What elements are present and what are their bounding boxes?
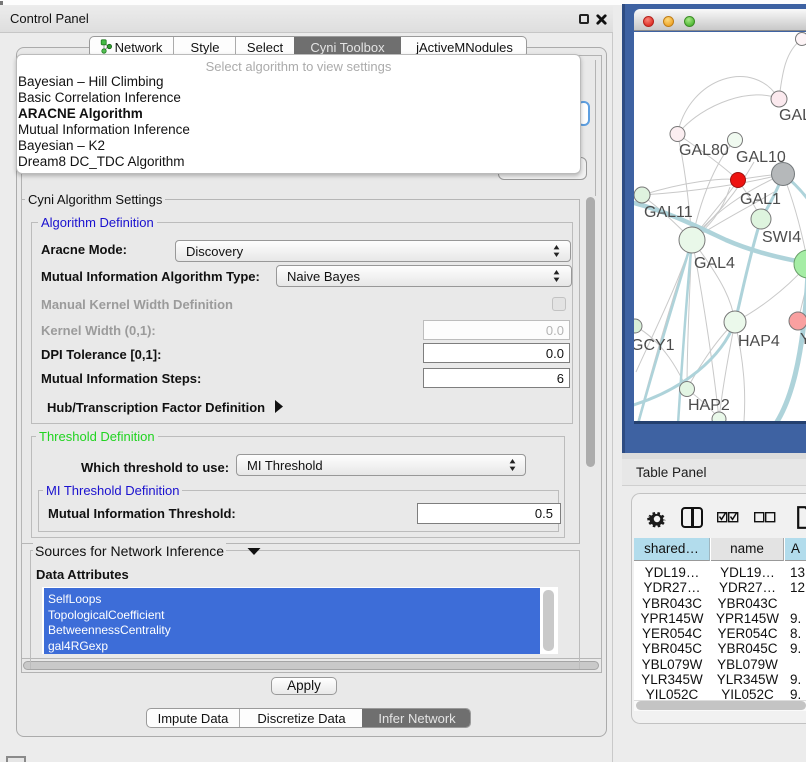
svg-text:GCY1: GCY1: [634, 337, 675, 354]
svg-text:GAL4: GAL4: [694, 255, 735, 272]
svg-text:GAL10: GAL10: [736, 149, 786, 166]
svg-text:GAL11: GAL11: [644, 204, 693, 221]
svg-text:GAL1: GAL1: [740, 191, 781, 208]
svg-text:Y: Y: [800, 331, 806, 348]
svg-text:GAL2: GAL2: [779, 107, 806, 124]
svg-text:SWI4: SWI4: [762, 229, 801, 246]
svg-text:HAP2: HAP2: [688, 397, 730, 414]
svg-text:HAP4: HAP4: [738, 333, 780, 350]
svg-text:GAL80: GAL80: [679, 142, 729, 159]
